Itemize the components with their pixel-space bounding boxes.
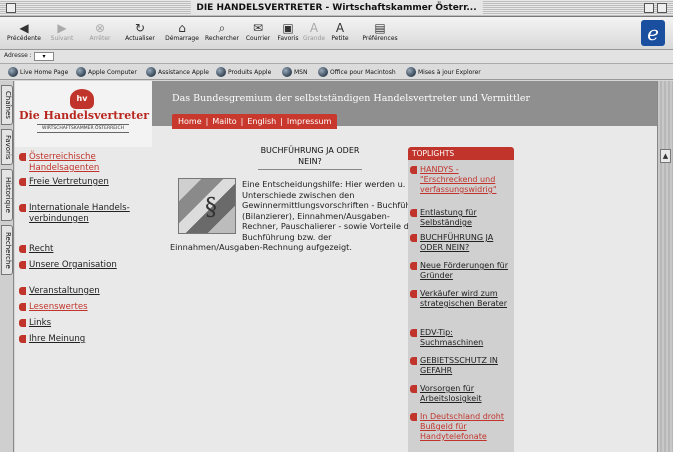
left-nav-item[interactable]: Österreichische Handelsagenten (19, 152, 149, 174)
home-icon: ⌂ (178, 21, 186, 35)
address-label: Adresse : (4, 52, 32, 59)
window-title: DIE HANDELSVERTRETER - Wirtschaftskammer… (190, 1, 483, 15)
bullet-icon (410, 262, 417, 270)
globe-icon (282, 67, 292, 77)
side-tab-recherche[interactable]: Recherche (1, 225, 13, 275)
address-dropdown[interactable]: ▾ (34, 52, 54, 61)
globe-icon (8, 67, 18, 77)
bullet-icon (410, 209, 417, 217)
side-tab-favoris[interactable]: Favoris (1, 129, 13, 165)
close-box-icon[interactable] (6, 3, 16, 13)
collapse-box-icon[interactable] (657, 3, 667, 13)
toplight-item[interactable]: Verkäufer wird zum strategischen Berater (410, 289, 514, 309)
browser-toolbar: ◀ Précédente ▶ Suivant ⊗ Arrêter ↻ Actualise… (0, 17, 673, 50)
bullet-icon (19, 303, 26, 311)
nav-home[interactable]: Home (178, 117, 202, 126)
bullet-icon (410, 166, 417, 174)
refresh-button[interactable]: ↻ Actualiser (118, 21, 162, 42)
globe-icon (146, 67, 156, 77)
nav-mailto[interactable]: Mailto (212, 117, 236, 126)
address-bar: Adresse : ▾ (0, 50, 673, 64)
left-nav-item[interactable]: Ihre Meinung (19, 334, 149, 345)
bullet-icon (19, 245, 26, 253)
logo-title: Die Handelsvertreter (19, 109, 150, 122)
nav-impressum[interactable]: Impressum (287, 117, 331, 126)
toplight-item[interactable]: Neue Förderungen für Gründer (410, 261, 514, 281)
link-office-macintosh[interactable]: Office pour Macintosh (318, 67, 396, 77)
stop-button[interactable]: ⊗ Arrêter (78, 21, 122, 42)
bullet-icon (410, 290, 417, 298)
window-titlebar[interactable]: DIE HANDELSVERTRETER - Wirtschaftskammer… (0, 0, 673, 17)
article-heading: BUCHFÜHRUNG JA ODER NEIN? (258, 145, 362, 170)
left-nav-item[interactable]: Internationale Handels-verbindungen (19, 203, 149, 225)
paragraph-symbol-icon: § (205, 193, 217, 221)
web-page: hv Die Handelsvertreter WIRTSCHAFTSKAMME… (15, 81, 657, 452)
refresh-icon: ↻ (134, 21, 146, 35)
toplight-item[interactable]: BUCHFÜHRUNG JA ODER NEIN? (410, 233, 514, 253)
link-msn[interactable]: MSN (282, 67, 307, 77)
left-nav-item[interactable]: Lesenswertes (19, 302, 149, 313)
left-nav-item[interactable]: Unsere Organisation (19, 260, 149, 271)
vertical-scrollbar[interactable]: ▲ (657, 81, 673, 452)
window-controls (644, 3, 667, 13)
preferences-button[interactable]: ▤ Préférences (352, 21, 408, 42)
link-mises-a-jour[interactable]: Mises à jour Explorer (406, 67, 481, 77)
link-apple-computer[interactable]: Apple Computer (76, 67, 137, 77)
toplight-item[interactable]: Entlastung für Selbständige (410, 208, 514, 228)
link-assistance-apple[interactable]: Assistance Apple (146, 67, 209, 77)
toplight-item[interactable]: HANDYS - "Erschreckend und verfassungswi… (410, 165, 514, 195)
logo-mark-icon: hv (70, 89, 94, 109)
internet-explorer-logo-icon: e (641, 20, 665, 46)
link-live-home-page[interactable]: Live Home Page (8, 67, 68, 77)
toplights-heading: TOPLIGHTS (408, 147, 514, 160)
toplight-item[interactable]: GEBIETSSCHUTZ IN GEFAHR (410, 356, 514, 376)
explorer-side-tabs: Chaînes Favoris Historique Recherche (0, 81, 14, 452)
toplight-item[interactable]: Vorsorgen für Arbeitslosigkeit (410, 384, 514, 404)
site-logo[interactable]: hv Die Handelsvertreter WIRTSCHAFTSKAMME… (15, 81, 152, 147)
globe-icon (76, 67, 86, 77)
side-tab-chaines[interactable]: Chaînes (1, 85, 13, 125)
bullet-icon (410, 413, 417, 421)
site-nav: Home | Mailto | English | Impressum (172, 114, 338, 129)
bullet-icon (410, 357, 417, 365)
bullet-icon (19, 153, 26, 161)
globe-icon (216, 67, 226, 77)
bullet-icon (19, 261, 26, 269)
home-button[interactable]: ⌂ Démarrage (160, 21, 204, 42)
bullet-icon (19, 178, 26, 186)
left-nav-item[interactable]: Recht (19, 244, 149, 255)
globe-icon (318, 67, 328, 77)
bullet-icon (19, 335, 26, 343)
toplight-item[interactable]: In Deutschland droht Bußgeld für Handyte… (410, 412, 514, 442)
left-nav-item[interactable]: Links (19, 318, 149, 329)
logo-subtitle: WIRTSCHAFTSKAMMER ÖSTERREICH (37, 124, 129, 133)
links-bar: Live Home Page Apple Computer Assistance… (0, 64, 673, 80)
left-nav-item[interactable]: Freie Vertretungen (19, 177, 149, 188)
side-tab-historique[interactable]: Historique (1, 169, 13, 221)
preferences-icon: ▤ (374, 21, 386, 35)
bullet-icon (410, 329, 417, 337)
banner-text: Das Bundesgremium der selbstständigen Ha… (172, 93, 530, 104)
bullet-icon (410, 385, 417, 393)
zoom-box-icon[interactable] (644, 3, 654, 13)
bullet-icon (19, 204, 26, 212)
article-image: § (178, 178, 236, 234)
bullet-icon (19, 287, 26, 295)
bullet-icon (410, 234, 417, 242)
bullet-icon (19, 319, 26, 327)
globe-icon (406, 67, 416, 77)
toplight-item[interactable]: EDV-Tip: Suchmaschinen (410, 328, 514, 348)
stop-icon: ⊗ (94, 21, 106, 35)
scroll-up-arrow-icon[interactable]: ▲ (660, 149, 671, 163)
toplights-list: HANDYS - "Erschreckend und verfassungswi… (408, 160, 514, 452)
link-produits-apple[interactable]: Produits Apple (216, 67, 271, 77)
nav-english[interactable]: English (247, 117, 276, 126)
left-nav-item[interactable]: Veranstaltungen (19, 286, 149, 297)
